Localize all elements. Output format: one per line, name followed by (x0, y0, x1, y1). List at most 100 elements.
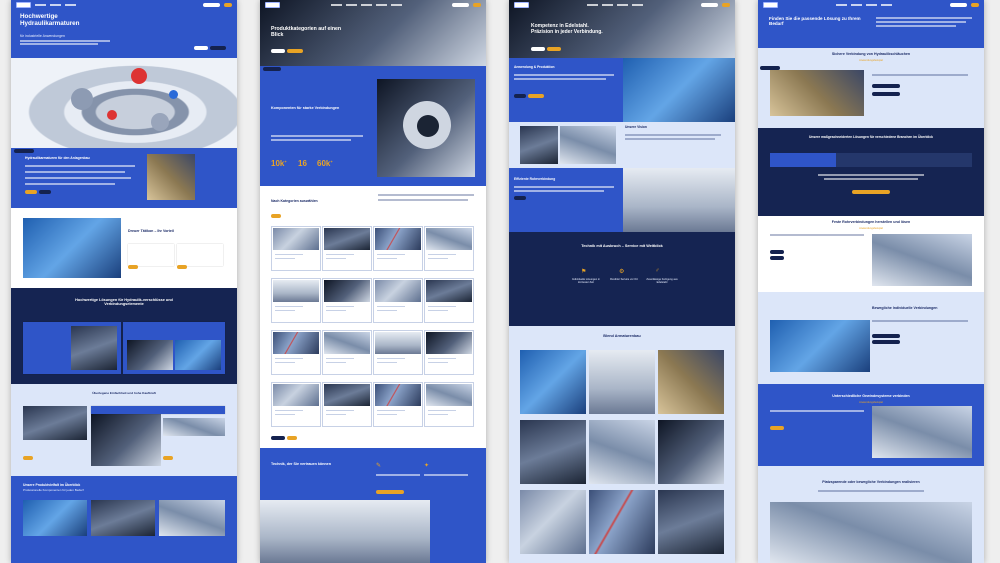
gallery-image[interactable] (658, 490, 724, 554)
production-secondary-button[interactable] (528, 94, 544, 99)
nav-cta-button[interactable] (722, 2, 730, 7)
category-secondary-button[interactable] (287, 436, 297, 441)
gallery-image[interactable] (589, 420, 655, 484)
category-card[interactable] (322, 330, 372, 375)
trust-button[interactable] (376, 490, 404, 495)
tab-industry[interactable] (770, 153, 836, 167)
category-card[interactable] (424, 278, 474, 323)
gallery-image[interactable] (658, 350, 724, 414)
nav-cta-button[interactable] (224, 2, 232, 7)
shipyard-image (260, 500, 430, 563)
pipe-image (872, 234, 972, 286)
tab-industry[interactable] (902, 153, 972, 167)
nav-link[interactable] (345, 3, 357, 6)
nav-link[interactable] (65, 3, 76, 6)
hose-button[interactable] (872, 84, 900, 89)
category-card[interactable] (322, 278, 372, 323)
section-badge (263, 67, 281, 72)
category-card[interactable] (271, 278, 321, 323)
pipe-secondary-button[interactable] (770, 256, 784, 261)
nav-link[interactable] (617, 3, 628, 6)
hero-secondary-button[interactable] (531, 47, 545, 52)
advantage-heading: Dreuer Tätikon – Ihr Vorteil (128, 229, 174, 233)
tab-industry[interactable] (836, 153, 902, 167)
range-image (91, 500, 155, 536)
category-card[interactable] (271, 382, 321, 427)
category-card[interactable] (373, 278, 423, 323)
category-card[interactable] (271, 330, 321, 375)
nav-contact-button[interactable] (452, 2, 469, 7)
category-card[interactable] (322, 226, 372, 271)
gallery-image[interactable] (520, 350, 586, 414)
gallery-image[interactable] (589, 490, 655, 554)
trust-section: Technik, der Sie vertrauen können ✎ ✦ (260, 448, 486, 563)
van-image (770, 320, 870, 372)
warehouse-image (147, 154, 195, 200)
intro-button[interactable] (25, 190, 37, 195)
nav-link[interactable] (881, 3, 892, 6)
advantage-button[interactable] (128, 265, 138, 270)
category-card[interactable] (322, 382, 372, 427)
service-section: Technik mit Ausbruch – Service mit Weitb… (509, 232, 735, 326)
category-button[interactable] (271, 436, 285, 441)
solution-card[interactable] (123, 322, 225, 374)
flexible-secondary-button[interactable] (872, 340, 900, 345)
thread-button[interactable] (770, 426, 784, 431)
hero-secondary-button[interactable] (271, 49, 285, 54)
nav-link[interactable] (866, 3, 877, 6)
intro-secondary-button[interactable] (39, 190, 51, 195)
flexible-button[interactable] (872, 334, 900, 339)
category-card[interactable] (424, 226, 474, 271)
hero-primary-button[interactable] (287, 49, 303, 54)
nav-link[interactable] (836, 3, 847, 6)
category-card[interactable] (373, 382, 423, 427)
pipe-button[interactable] (770, 250, 784, 255)
nav-contact-button[interactable] (950, 2, 967, 7)
hero-primary-button[interactable] (547, 47, 561, 52)
logo (514, 1, 529, 8)
category-card[interactable] (424, 382, 474, 427)
products-button[interactable] (163, 456, 173, 461)
vision-heading: Unsere Vision (625, 125, 647, 129)
efficiency-button[interactable] (514, 196, 526, 201)
gallery-image[interactable] (658, 420, 724, 484)
gallery-image[interactable] (520, 490, 586, 554)
category-card[interactable] (373, 226, 423, 271)
nav-cta-button[interactable] (473, 2, 481, 7)
nav-link[interactable] (35, 3, 46, 6)
page-mockup-1: Hochwertige Hydraulikarmaturen für indus… (11, 0, 237, 563)
hero-title: Produktkategorien auf einen Blick (271, 26, 342, 38)
feature-card (177, 244, 223, 266)
feature-title: Komponenten für starke Verbindungen (271, 106, 340, 110)
gender-icon: ♂ (655, 268, 660, 274)
nav-link[interactable] (390, 3, 402, 6)
category-card[interactable] (373, 330, 423, 375)
nav-link[interactable] (50, 3, 61, 6)
nav-link[interactable] (587, 3, 598, 6)
category-card[interactable] (271, 226, 321, 271)
hose-secondary-button[interactable] (872, 92, 900, 97)
nav-cta-button[interactable] (971, 2, 979, 7)
products-button[interactable] (23, 456, 33, 461)
advantage-button[interactable] (177, 265, 187, 270)
section-badge (14, 149, 34, 154)
nav-link[interactable] (360, 3, 372, 6)
nav-link[interactable] (602, 3, 613, 6)
nav-link[interactable] (632, 3, 643, 6)
industries-button[interactable] (852, 190, 890, 195)
range-subtitle: Professionelle Komponenten für jeden Bed… (23, 488, 84, 492)
production-button[interactable] (514, 94, 526, 99)
solution-card[interactable] (23, 322, 121, 374)
gallery-image[interactable] (589, 350, 655, 414)
nav-link[interactable] (375, 3, 387, 6)
gallery-image[interactable] (520, 420, 586, 484)
nav-link[interactable] (851, 3, 862, 6)
nav-contact-button[interactable] (203, 2, 220, 7)
category-card[interactable] (424, 330, 474, 375)
nav-contact-button[interactable] (701, 2, 718, 7)
filter-button[interactable] (271, 214, 281, 219)
nav-link[interactable] (330, 3, 342, 6)
hero-primary-button[interactable] (210, 46, 226, 51)
hero-secondary-button[interactable] (194, 46, 208, 51)
stat-value: 16 (298, 159, 307, 168)
